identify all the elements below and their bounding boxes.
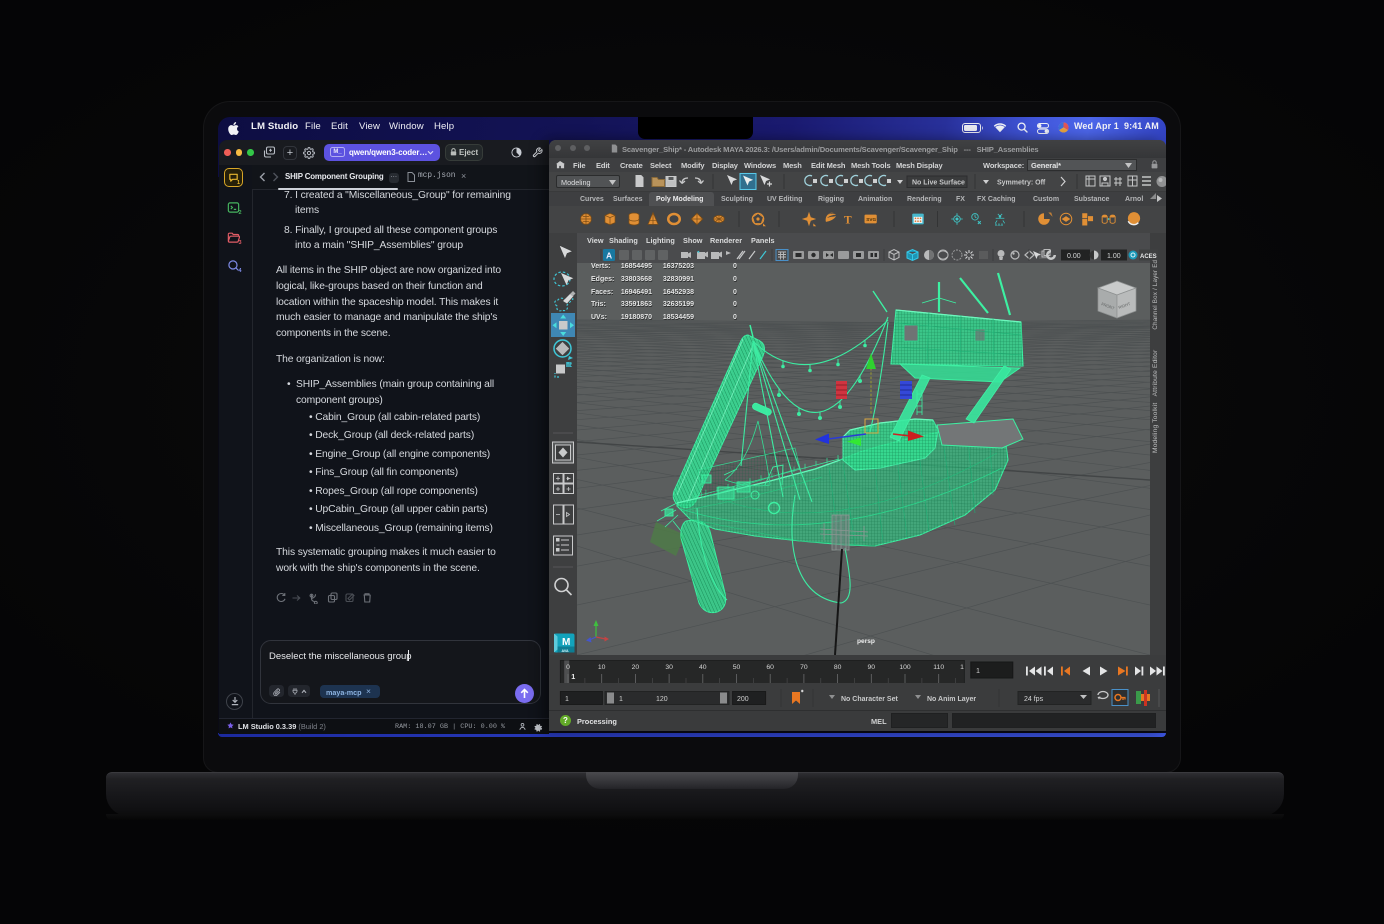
svg-text:1: 1 [960,664,964,671]
svg-text:10: 10 [598,664,606,671]
svg-text:20: 20 [632,664,640,671]
svg-text:200: 200 [737,696,749,703]
svg-text:No Anim Layer: No Anim Layer [927,696,976,703]
svg-text:0.00: 0.00 [1067,253,1081,260]
svg-text:0.0.0: 0.0.0 [995,223,1003,227]
svg-text:70: 70 [800,664,808,671]
svg-text:40: 40 [699,664,707,671]
svg-text:M: M [562,637,570,648]
svg-text:1.00: 1.00 [1107,253,1121,260]
svg-text:110: 110 [933,664,944,671]
svg-text:No Live Surface: No Live Surface [912,180,965,187]
svg-text:1: 1 [976,666,980,675]
svg-text:Symmetry: Off: Symmetry: Off [997,180,1046,187]
svg-text:120: 120 [656,696,668,703]
svg-text:0: 0 [566,664,570,671]
svg-text:A: A [606,251,612,261]
svg-text:24 fps: 24 fps [1024,696,1044,703]
svg-text:80: 80 [834,664,842,671]
svg-text:100: 100 [899,664,911,671]
svg-text:1: 1 [565,696,569,703]
svg-text:30: 30 [665,664,673,671]
svg-text:60: 60 [766,664,774,671]
svg-text:SVG: SVG [866,217,876,222]
svg-text:ACES: ACES [1140,254,1157,260]
svg-text:T: T [844,215,852,227]
svg-text:No Character Set: No Character Set [841,696,898,703]
svg-text:1: 1 [571,672,575,681]
svg-text:1: 1 [619,696,623,703]
svg-text:◄: ◄ [696,249,700,254]
svg-text:AVA: AVA [562,648,569,652]
svg-text:50: 50 [733,664,741,671]
svg-text:90: 90 [868,664,876,671]
